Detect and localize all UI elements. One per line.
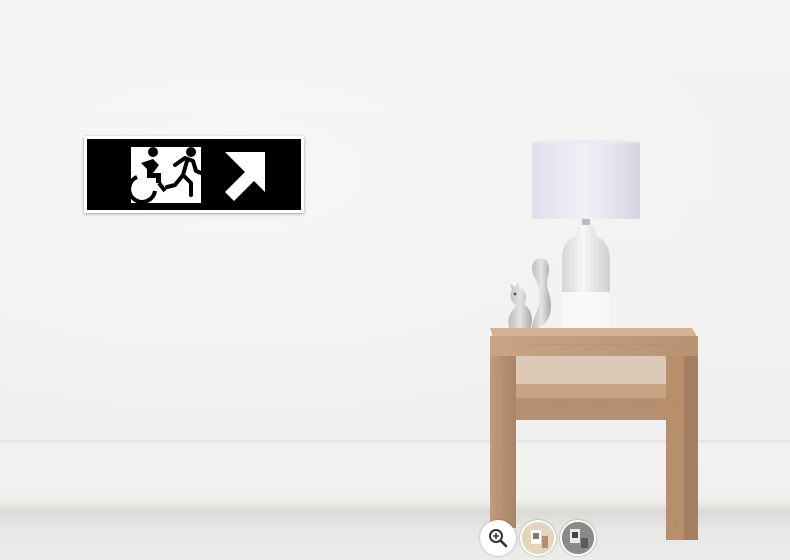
thumbnail-gray-view[interactable]	[560, 520, 596, 556]
wooden-side-table	[490, 328, 698, 540]
arrow-up-right-icon	[225, 152, 265, 201]
thumbnail-room-view[interactable]	[520, 520, 556, 556]
table-leg	[490, 356, 516, 528]
table-shelf	[516, 384, 684, 398]
thumbnail-image	[522, 522, 554, 554]
wheelchair-runner-icon	[127, 147, 203, 204]
product-image-viewer	[0, 0, 790, 560]
zoom-in-icon	[489, 529, 508, 548]
image-thumbnail-bar	[478, 520, 598, 556]
zoom-button[interactable]	[480, 520, 516, 556]
exit-sign-poster	[84, 136, 304, 213]
poster-artwork	[87, 139, 301, 210]
lamp-shade	[532, 142, 640, 219]
thumbnail-image	[562, 522, 594, 554]
